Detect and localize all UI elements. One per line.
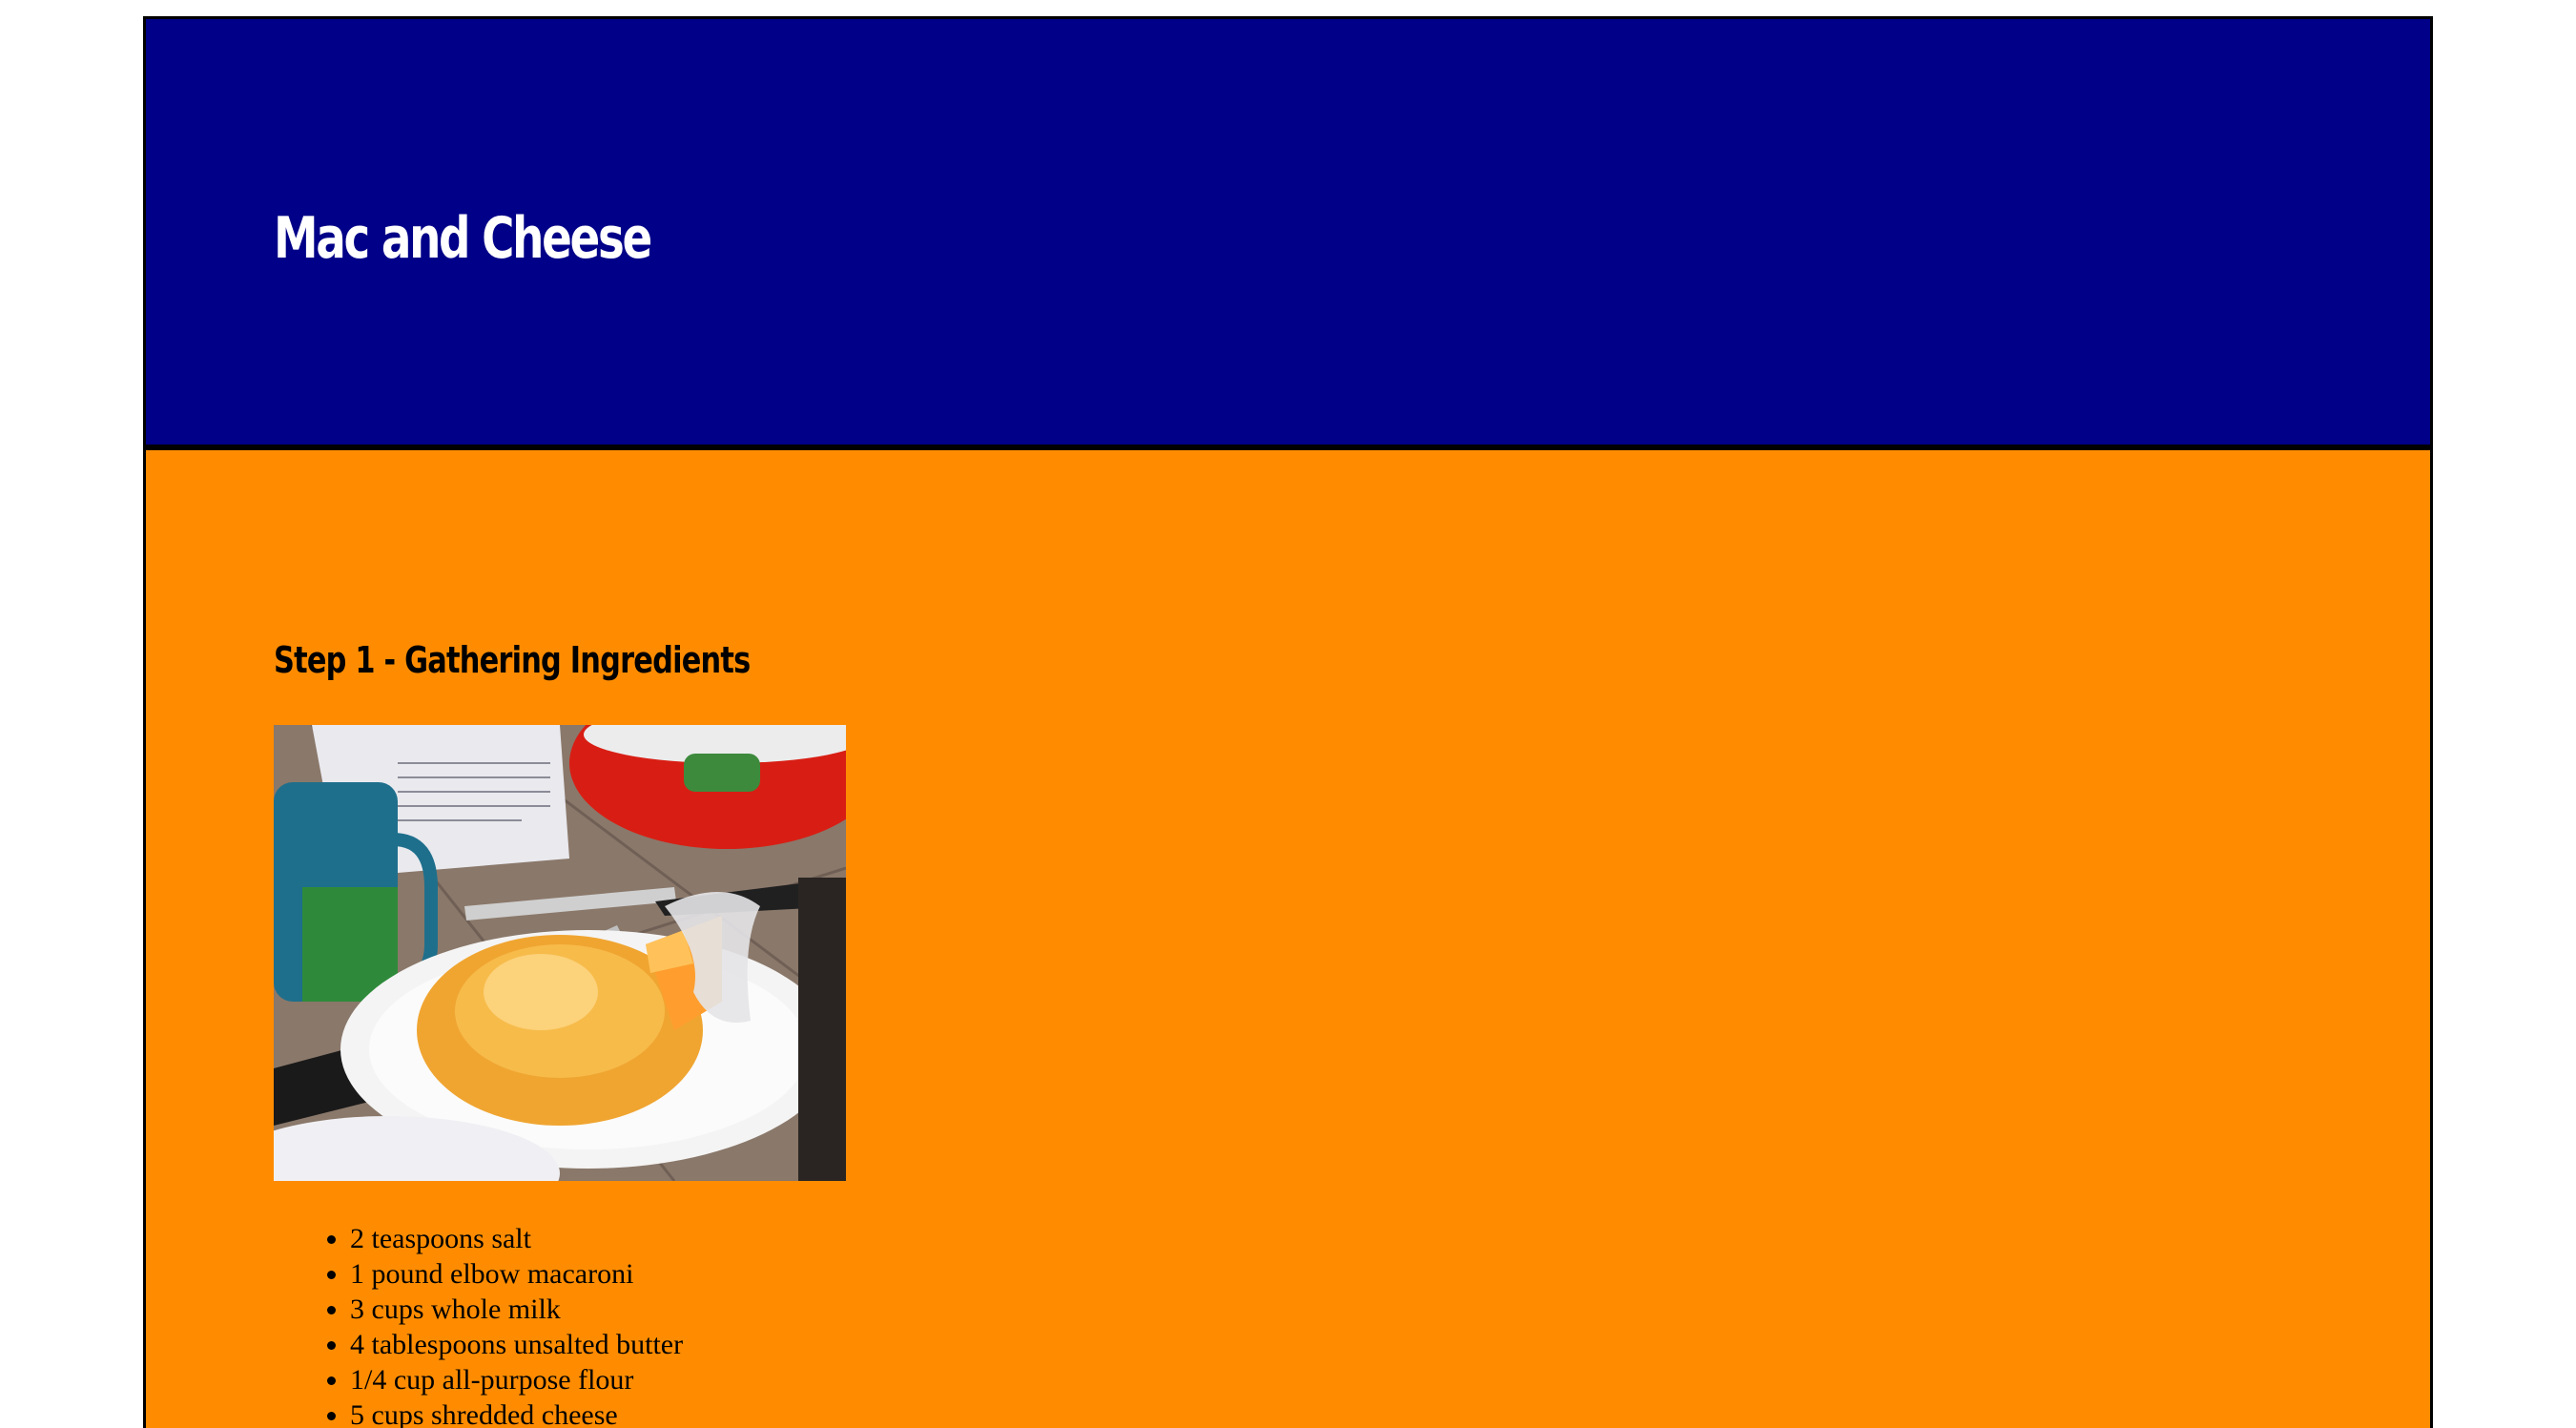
page-frame: Mac and Cheese Step 1 - Gathering Ingred… <box>143 16 2433 1428</box>
main-content: Step 1 - Gathering Ingredients • 2 teasp… <box>146 450 2430 1428</box>
ingredient-item: 5 cups shredded cheese <box>350 1397 683 1428</box>
ingredient-item: 2 teaspoons salt <box>350 1221 683 1256</box>
ingredients-photo <box>274 725 846 1181</box>
step-1-title: Step 1 - Gathering Ingredients <box>274 639 751 681</box>
ingredient-item: 1 pound elbow macaroni <box>350 1256 683 1292</box>
ingredient-list: 2 teaspoons salt 1 pound elbow macaroni … <box>274 1221 683 1428</box>
page-title: Mac and Cheese <box>274 205 652 272</box>
ingredients-photo-illustration <box>274 725 846 1181</box>
ingredient-item: 1/4 cup all-purpose flour <box>350 1362 683 1397</box>
ingredient-item: 4 tablespoons unsalted butter <box>350 1327 683 1362</box>
ingredient-item: 3 cups whole milk <box>350 1292 683 1327</box>
page-header: Mac and Cheese <box>146 19 2430 450</box>
